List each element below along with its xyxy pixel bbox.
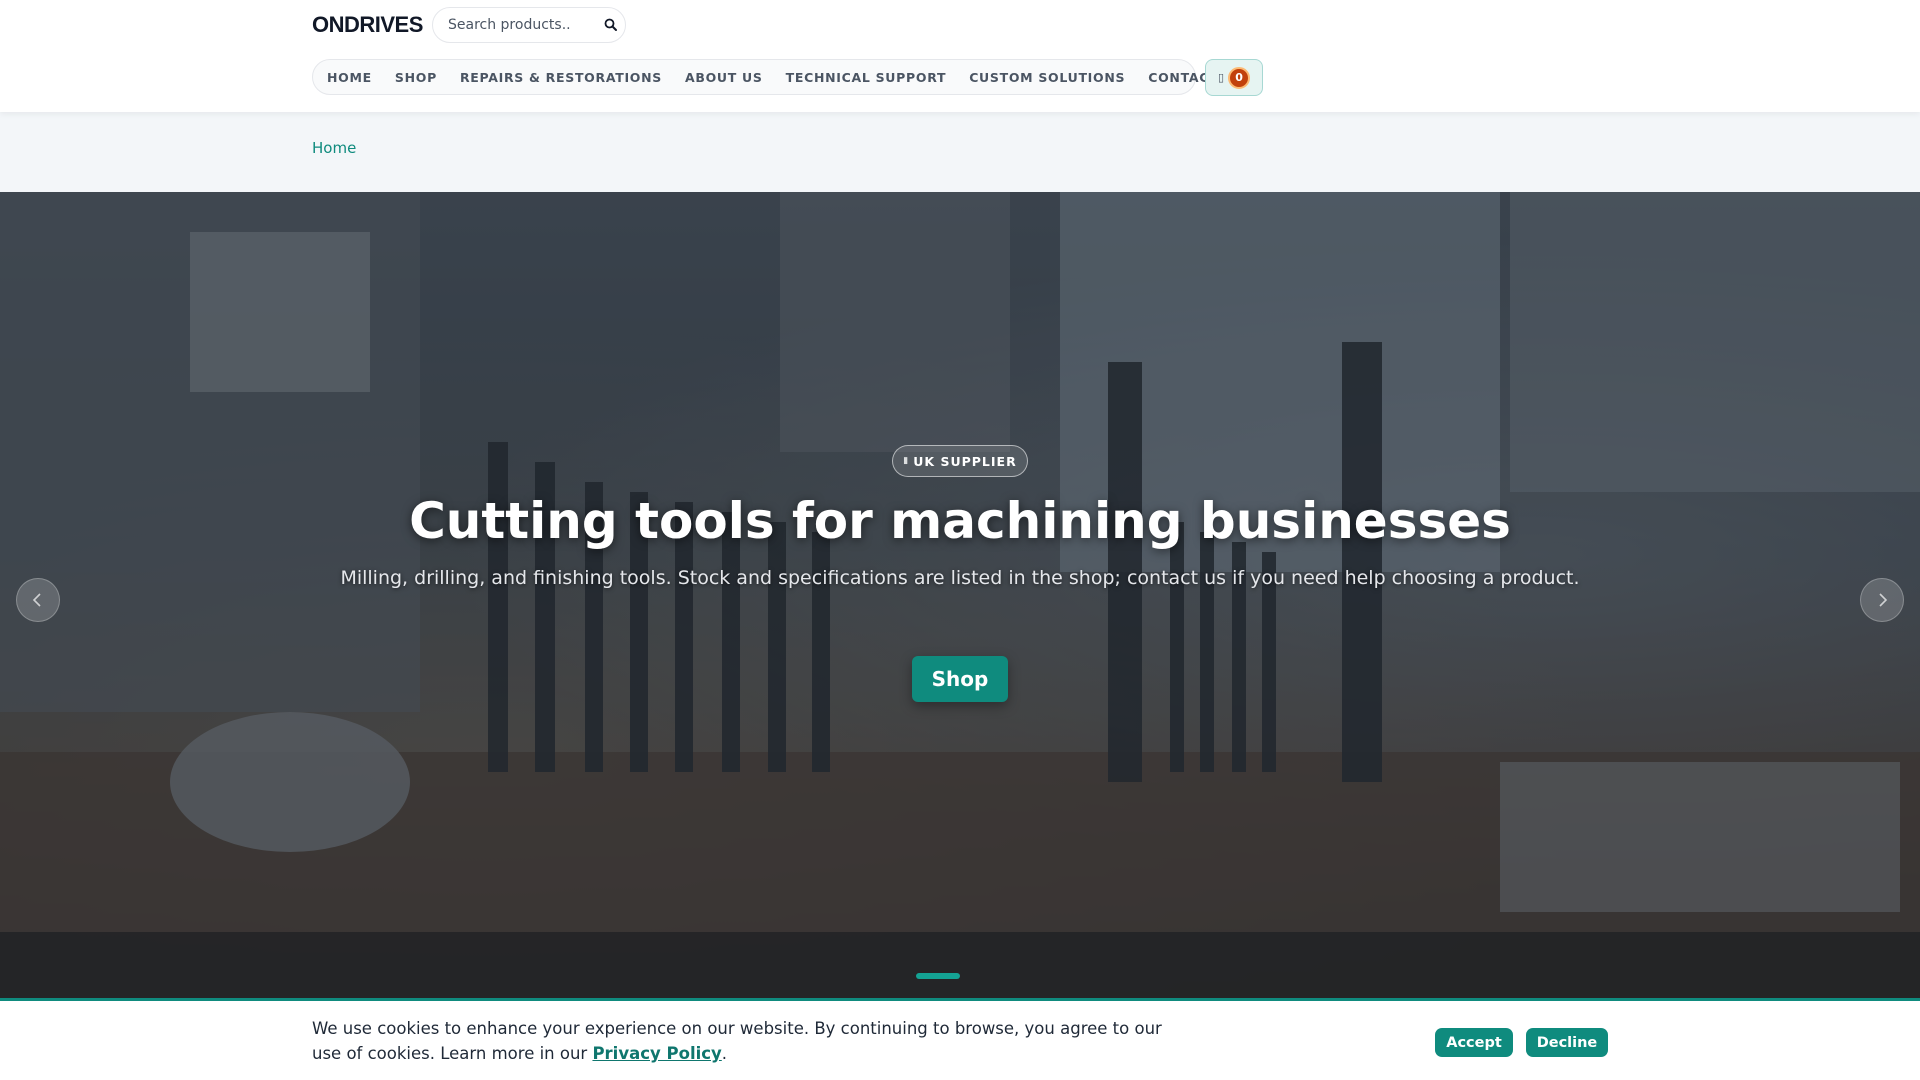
chevron-right-icon: [1879, 593, 1888, 607]
main-nav: HOME SHOP REPAIRS & RESTORATIONS ABOUT U…: [312, 59, 1218, 95]
accept-cookies-button[interactable]: Accept: [1435, 1028, 1513, 1057]
cart-count-badge: 0: [1228, 66, 1251, 89]
cart-icon: ▯: [1217, 71, 1225, 84]
site-header: ONDRIVES HOME SHOP REPAIRS & RESTORATION…: [0, 0, 1920, 112]
nav-item-about[interactable]: ABOUT US: [685, 70, 763, 85]
nav-item-shop[interactable]: SHOP: [395, 70, 437, 85]
badge-label: UK SUPPLIER: [913, 453, 1017, 469]
search-box[interactable]: [432, 7, 626, 43]
nav-item-home[interactable]: HOME: [327, 70, 372, 85]
carousel-prev-button[interactable]: [16, 578, 60, 622]
site-logo[interactable]: ONDRIVES: [312, 12, 423, 38]
hero-title: Cutting tools for machining businesses: [409, 492, 1511, 550]
cart-button[interactable]: ▯ 0: [1205, 59, 1263, 96]
uk-supplier-badge: ▮ UK SUPPLIER: [892, 445, 1028, 477]
flag-icon: ▮: [903, 456, 910, 466]
privacy-policy-link[interactable]: Privacy Policy: [592, 1044, 721, 1063]
breadcrumb: Home: [0, 112, 1920, 192]
shop-button[interactable]: Shop: [912, 656, 1008, 702]
carousel-indicator-active[interactable]: [916, 973, 960, 979]
cookie-message: We use cookies to enhance your experienc…: [312, 1016, 1172, 1066]
cookie-suffix: .: [721, 1044, 728, 1063]
nav-item-repairs[interactable]: REPAIRS & RESTORATIONS: [460, 70, 662, 85]
carousel-next-button[interactable]: [1860, 578, 1904, 622]
cookie-text: We use cookies to enhance your experienc…: [312, 1019, 1162, 1063]
search-input[interactable]: [448, 17, 598, 33]
breadcrumb-home-link[interactable]: Home: [312, 139, 356, 157]
cookie-banner: We use cookies to enhance your experienc…: [0, 998, 1920, 1080]
chevron-left-icon: [32, 593, 41, 607]
nav-item-custom-solutions[interactable]: CUSTOM SOLUTIONS: [969, 70, 1125, 85]
hero-carousel: ▮ UK SUPPLIER Cutting tools for machinin…: [0, 192, 1920, 998]
decline-cookies-button[interactable]: Decline: [1526, 1028, 1608, 1057]
search-icon[interactable]: [603, 17, 619, 33]
nav-item-technical-support[interactable]: TECHNICAL SUPPORT: [786, 70, 947, 85]
hero-overlay: [0, 192, 1920, 998]
hero-subtitle: Milling, drilling, and finishing tools. …: [340, 567, 1580, 589]
